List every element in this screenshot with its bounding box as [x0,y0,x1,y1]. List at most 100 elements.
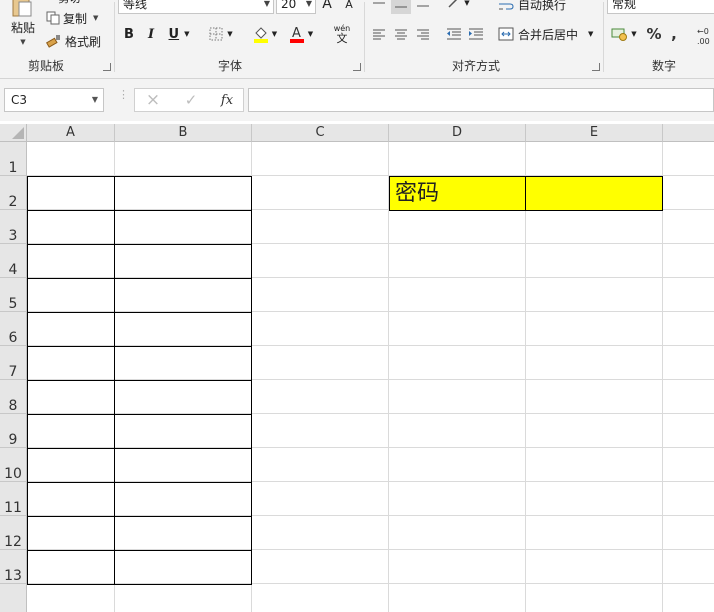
column-header-b[interactable]: B [115,124,252,142]
table-border [27,414,252,415]
row-header-2[interactable]: 2 [0,176,27,210]
fx-icon: fx [220,92,234,108]
chevron-down-icon: ▼ [631,30,637,38]
font-launcher-icon[interactable] [353,63,361,71]
row-header-8[interactable]: 8 [0,380,27,414]
merge-center-button[interactable]: 合并后居中 ▼ [498,24,598,44]
row-header-7[interactable]: 7 [0,346,27,380]
orientation-icon [448,0,458,8]
row-header-5[interactable]: 5 [0,278,27,312]
table-border [27,312,252,313]
accounting-format-button[interactable]: ▼ [608,24,640,44]
percent-style-button[interactable]: % [644,24,664,44]
align-bottom-button[interactable] [414,0,432,12]
align-right-icon [417,29,429,40]
formula-bar-grip[interactable]: ⋮ [118,89,129,108]
chevron-down-icon: ▼ [271,30,278,38]
column-header-a[interactable]: A [27,124,115,142]
alignment-group-label: 对齐方式 [452,59,501,73]
underline-button[interactable]: U ▼ [164,24,194,44]
comma-style-button[interactable]: , [666,24,682,44]
percent-icon: % [646,25,662,43]
align-middle-button[interactable] [391,0,411,14]
fill-bucket-icon [253,27,268,43]
align-center-button[interactable] [392,25,410,43]
phonetic-button[interactable]: wén 文 [326,22,358,46]
column-header-f[interactable] [663,124,714,142]
table-border [27,278,252,279]
enter-button[interactable]: ✓ [180,89,202,111]
paste-button[interactable]: 粘贴 ▼ [6,0,40,52]
gridline [662,142,663,612]
bold-button[interactable]: B [120,24,138,44]
cell-e2[interactable] [525,176,663,211]
column-header-d[interactable]: D [389,124,526,142]
formula-input[interactable] [248,88,714,112]
row-header-14[interactable] [0,584,27,612]
decrease-font-button[interactable]: A [340,0,358,14]
table-border [27,244,252,245]
column-header-e[interactable]: E [526,124,663,142]
align-middle-icon [395,6,407,8]
column-header-c[interactable]: C [252,124,389,142]
cut-button[interactable]: ✂ 剪切 [46,0,106,5]
format-painter-label: 格式刷 [65,34,102,49]
align-left-icon [373,29,385,40]
table-border [27,448,252,449]
italic-button[interactable]: I [142,24,160,44]
font-color-button[interactable]: A ▼ [284,23,318,45]
font-name-combo[interactable]: 等线 ▼ [118,0,274,14]
select-all-button[interactable] [0,124,27,142]
cell-d2[interactable]: 密码 [389,176,526,211]
chevron-down-icon: ▼ [20,38,26,46]
svg-text:A: A [292,26,301,41]
borders-button[interactable]: ▼ [206,24,236,44]
cancel-entry-button[interactable]: × [142,89,164,111]
group-divider [603,2,604,72]
chevron-down-icon: ▼ [305,0,312,8]
row-header-10[interactable]: 10 [0,448,27,482]
align-left-button[interactable] [370,25,388,43]
merge-center-label: 合并后居中 [518,27,579,42]
row-header-11[interactable]: 11 [0,482,27,516]
copy-button[interactable]: 复制 ▼ [46,9,108,27]
font-size-combo[interactable]: 20 ▼ [276,0,316,14]
alignment-launcher-icon[interactable] [592,63,600,71]
row-header-3[interactable]: 3 [0,210,27,244]
check-icon: ✓ [184,91,198,109]
row-header-6[interactable]: 6 [0,312,27,346]
insert-function-button[interactable]: fx [216,89,238,111]
paste-icon [12,0,32,17]
row-header-12[interactable]: 12 [0,516,27,550]
chevron-down-icon: ▼ [307,30,314,38]
increase-font-icon: A [322,0,332,12]
chevron-down-icon: ▼ [464,0,470,7]
decrease-font-icon: A [345,0,353,11]
number-format-combo[interactable]: 常规 [607,0,714,14]
chevron-down-icon: ▼ [184,30,190,38]
row-header-1[interactable]: 1 [0,142,27,176]
orientation-button[interactable]: ▼ [446,0,472,12]
phonetic-char: 文 [336,31,348,45]
align-center-icon [395,29,407,40]
format-painter-button[interactable]: 格式刷 [46,32,108,50]
svg-text:←0: ←0 [697,27,709,36]
wrap-text-button[interactable]: 自动换行 [498,0,598,14]
fill-color-button[interactable]: ▼ [250,23,280,45]
row-header-4[interactable]: 4 [0,244,27,278]
name-box[interactable]: C3 ▼ [4,88,104,112]
increase-font-button[interactable]: A [318,0,336,14]
align-right-button[interactable] [414,25,432,43]
scissors-icon: ✂ [46,0,54,4]
decrease-indent-button[interactable] [444,25,464,43]
gridline [388,142,389,612]
increase-indent-button[interactable] [466,25,486,43]
row-header-9[interactable]: 9 [0,414,27,448]
borders-icon [209,27,223,41]
increase-decimal-button[interactable]: ←0 .00 [694,24,714,48]
row-header-13[interactable]: 13 [0,550,27,584]
table-border [27,346,252,347]
align-top-button[interactable] [370,0,388,12]
clipboard-launcher-icon[interactable] [103,63,111,71]
cell-d2-value: 密码 [395,181,440,206]
